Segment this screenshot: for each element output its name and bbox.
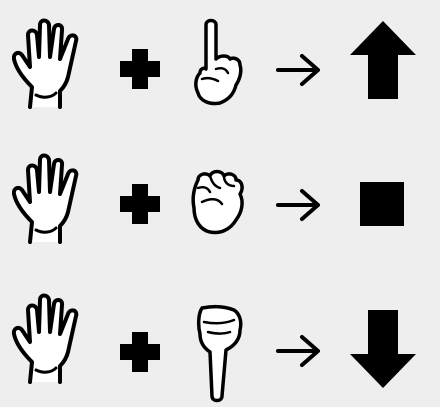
open-hand-icon: [11, 153, 79, 244]
fist-icon: [191, 169, 244, 235]
stop-square-icon: [360, 182, 404, 226]
plus-icon: [120, 332, 160, 372]
gesture-row-up: [0, 5, 440, 115]
arrow-right-icon: [276, 335, 320, 367]
arrow-right-icon: [276, 189, 320, 221]
arrow-right-icon: [276, 54, 320, 86]
arrow-up-icon: [350, 21, 416, 99]
gesture-row-down: [0, 292, 440, 403]
open-hand-icon: [11, 293, 79, 384]
gesture-row-stop: [0, 148, 440, 258]
plus-icon: [120, 49, 160, 89]
gesture-command-diagram: [0, 0, 440, 407]
hand-pointing-up-icon: [194, 18, 243, 106]
arrow-down-icon: [350, 310, 416, 388]
open-hand-icon: [11, 18, 79, 109]
plus-icon: [120, 184, 160, 224]
hand-pointing-down-icon: [196, 304, 243, 403]
